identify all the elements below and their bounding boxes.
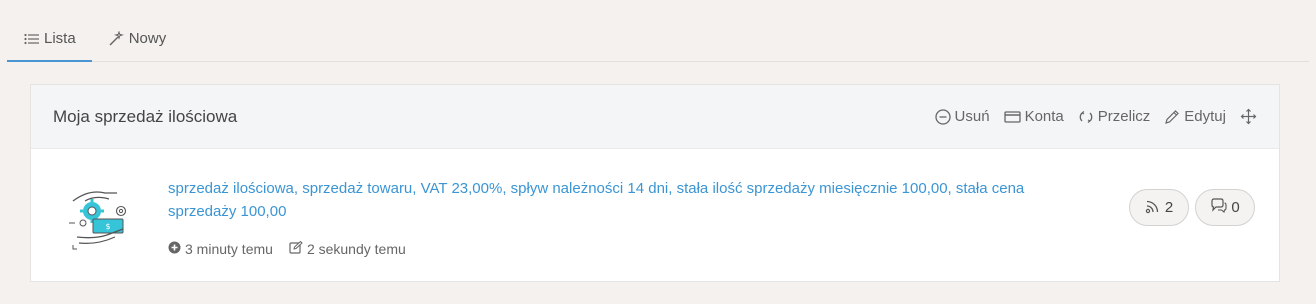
comments-badge[interactable]: 0 — [1195, 189, 1255, 226]
panel: Moja sprzedaż ilościowa Usuń Konta Przel… — [30, 84, 1280, 282]
modified-time: 2 sekundy temu — [289, 240, 406, 257]
magic-wand-icon — [108, 30, 124, 47]
item-description-link[interactable]: sprzedaż ilościowa, sprzedaż towaru, VAT… — [168, 177, 1068, 223]
modified-time-label: 2 sekundy temu — [306, 241, 406, 257]
move-handle[interactable] — [1240, 108, 1257, 125]
plus-circle-icon — [168, 241, 181, 257]
feeds-badge[interactable]: 2 — [1129, 189, 1189, 226]
comments-count: 0 — [1231, 199, 1240, 216]
tab-nowy[interactable]: Nowy — [92, 16, 183, 61]
rss-icon — [1145, 198, 1161, 218]
pencil-icon — [1164, 109, 1180, 125]
list-item: $ sprzedaż ilościowa, sprzedaż towaru, V… — [31, 149, 1279, 281]
item-badges: 2 0 — [1129, 189, 1255, 226]
comments-icon — [1210, 198, 1227, 217]
svg-text:$: $ — [105, 222, 110, 231]
refresh-icon — [1078, 109, 1094, 125]
list-icon — [23, 31, 39, 47]
accounts-label: Konta — [1024, 108, 1064, 125]
panel-header: Moja sprzedaż ilościowa Usuń Konta Przel… — [31, 85, 1279, 149]
item-meta: 3 minuty temu 2 sekundy temu — [168, 240, 406, 257]
recalculate-button[interactable]: Przelicz — [1078, 108, 1151, 125]
minus-circle-icon — [934, 108, 951, 125]
tab-bar: Lista Nowy — [7, 16, 1309, 62]
created-time: 3 minuty temu — [168, 241, 273, 257]
credit-card-icon — [1003, 110, 1021, 124]
accounts-button[interactable]: Konta — [1003, 108, 1064, 125]
tab-lista[interactable]: Lista — [7, 16, 92, 62]
tab-nowy-label: Nowy — [128, 30, 167, 47]
created-time-label: 3 minuty temu — [185, 241, 273, 257]
edit-button[interactable]: Edytuj — [1164, 108, 1226, 125]
move-arrows-icon — [1240, 108, 1257, 125]
sales-illustration-icon: $ — [65, 179, 137, 251]
tab-lista-label: Lista — [44, 30, 76, 47]
edit-square-icon — [289, 240, 303, 257]
feeds-count: 2 — [1164, 199, 1174, 216]
delete-button[interactable]: Usuń — [934, 108, 990, 125]
recalculate-label: Przelicz — [1097, 108, 1151, 125]
panel-title: Moja sprzedaż ilościowa — [53, 106, 238, 126]
panel-actions: Usuń Konta Przelicz Edytuj — [934, 108, 1257, 125]
edit-label: Edytuj — [1184, 108, 1226, 125]
delete-label: Usuń — [954, 108, 990, 125]
